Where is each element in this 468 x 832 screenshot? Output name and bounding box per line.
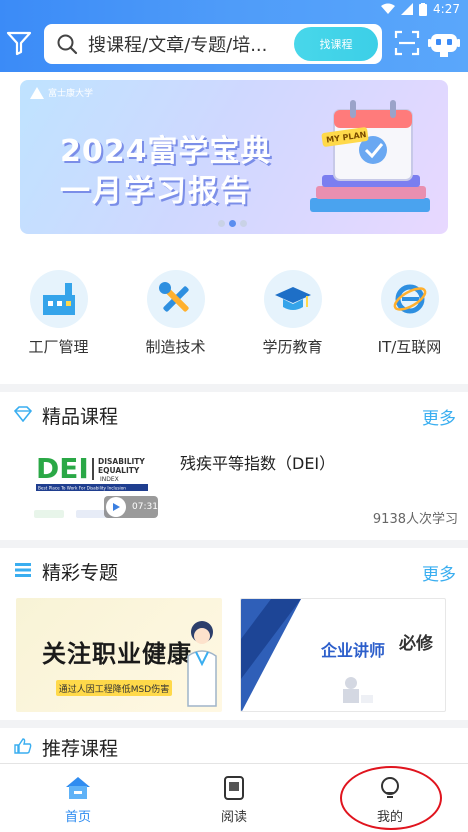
calendar-books-illustration: MY PLAN <box>310 100 430 212</box>
category-label: 工厂管理 <box>28 338 89 356</box>
thumb-line3: INDEX <box>100 476 119 483</box>
section-header: 精品课程 更多 <box>0 392 468 436</box>
internet-explorer-icon <box>380 270 439 328</box>
diamond-icon <box>14 406 32 422</box>
status-icons: 4:27 <box>381 2 460 16</box>
home-icon <box>66 777 90 799</box>
nav-home[interactable]: 首页 <box>0 764 156 832</box>
banner-title-line1: 2024富学宝典 <box>60 134 272 169</box>
topic-title: 企业讲师 <box>321 641 386 660</box>
banner-logo-text: 富士康大学 <box>48 89 94 99</box>
factory-icon <box>29 270 88 328</box>
banner-pagination <box>218 220 247 227</box>
search-button[interactable]: 找课程 <box>294 27 378 61</box>
signal-icon <box>401 3 414 15</box>
app-header: 4:27 搜课程/文章/专题/培... 找课程 <box>0 0 468 72</box>
video-duration: 07:31 <box>132 502 158 512</box>
banner-dot <box>240 220 247 227</box>
topic-tag: 必修 <box>399 634 433 654</box>
tools-icon <box>146 270 205 328</box>
topic-card-occupational-health[interactable]: 关注职业健康 通过人因工程降低MSD伤害 <box>16 598 222 712</box>
highlight-annotation <box>340 766 442 830</box>
wifi-icon <box>381 3 396 14</box>
battery-icon <box>419 2 428 16</box>
robot-assistant-icon[interactable] <box>428 28 460 58</box>
university-logo-icon <box>30 86 44 99</box>
course-title[interactable]: 残疾平等指数（DEI） <box>180 450 335 474</box>
thumb-line2: EQUALITY <box>98 466 140 475</box>
status-bar: 4:27 <box>0 0 468 20</box>
graduation-cap-icon <box>263 270 322 328</box>
category-degree-education[interactable]: 学历教育 <box>234 270 351 360</box>
banner-logo: 富士康大学 <box>30 86 93 99</box>
thumbs-up-icon <box>14 738 32 754</box>
topic-title: 关注职业健康 <box>42 640 192 668</box>
category-grid: 工厂管理 制造技术 学历教育 IT/互联网 <box>0 270 468 360</box>
doctor-illustration <box>187 621 217 707</box>
category-it-internet[interactable]: IT/互联网 <box>351 270 468 360</box>
more-link[interactable]: 更多 <box>422 560 456 585</box>
play-icon <box>106 497 126 517</box>
category-label: IT/互联网 <box>377 338 442 356</box>
section-title: 推荐课程 <box>42 738 119 760</box>
course-learner-count: 9138人次学习 <box>372 512 458 527</box>
category-factory-management[interactable]: 工厂管理 <box>0 270 117 360</box>
section-title: 精品课程 <box>42 406 119 428</box>
book-icon <box>224 776 244 800</box>
more-link[interactable]: 更多 <box>422 404 456 429</box>
banner-title-line2: 一月学习报告 <box>60 174 252 209</box>
nav-label: 首页 <box>64 810 91 825</box>
stack-icon <box>15 563 31 577</box>
scan-icon[interactable] <box>394 30 420 56</box>
topic-subtitle: 通过人因工程降低MSD伤害 <box>56 680 172 696</box>
section-header: 精彩专题 更多 <box>0 548 468 592</box>
nav-reading[interactable]: 阅读 <box>156 764 312 832</box>
banner-dot-active <box>229 220 236 227</box>
banner-dot <box>218 220 225 227</box>
premium-courses-section: 精品课程 更多 DEI DISABILITY EQUALITY INDEX Be… <box>0 392 468 540</box>
category-label: 制造技术 <box>145 338 206 356</box>
course-thumbnail[interactable]: DEI DISABILITY EQUALITY INDEX Best Place… <box>20 442 160 526</box>
category-manufacturing-tech[interactable]: 制造技术 <box>117 270 234 360</box>
thumb-tagline: Best Place To Work For Disability Inclus… <box>38 486 126 491</box>
recommended-courses-section: 推荐课程 <box>0 728 468 768</box>
topic-card-enterprise-trainer[interactable]: 企业讲师 必修 <box>240 598 446 712</box>
promo-banner[interactable]: 富士康大学 2024富学宝典 一月学习报告 MY PLAN <box>20 80 448 234</box>
filter-icon[interactable] <box>6 30 32 56</box>
featured-topics-section: 精彩专题 更多 关注职业健康 通过人因工程降低MSD伤害 企业讲师 必修 <box>0 548 468 720</box>
thumb-line1: DISABILITY <box>98 457 145 466</box>
status-time: 4:27 <box>433 2 460 16</box>
search-icon <box>57 34 78 55</box>
category-label: 学历教育 <box>262 338 323 356</box>
video-duration-badge: 07:31 <box>104 496 158 518</box>
search-bar[interactable]: 搜课程/文章/专题/培... 找课程 <box>44 24 382 64</box>
section-title: 精彩专题 <box>42 562 119 584</box>
nav-label: 阅读 <box>220 810 247 825</box>
search-input[interactable]: 搜课程/文章/专题/培... <box>88 31 298 57</box>
thumb-brand: DEI <box>36 452 89 485</box>
